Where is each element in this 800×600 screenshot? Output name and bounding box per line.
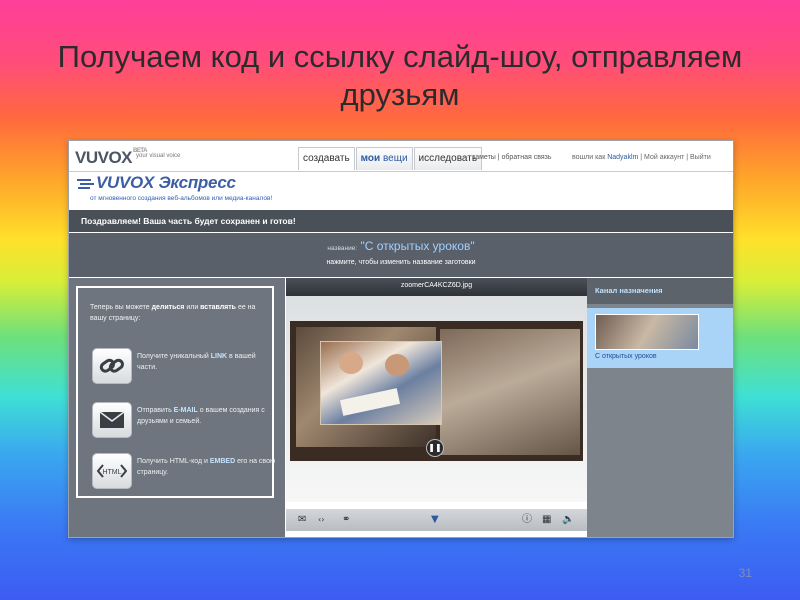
html-icon-text: HTML bbox=[102, 469, 121, 476]
top-navigation: VUVOXBETA your visual voice создавать мо… bbox=[69, 141, 733, 172]
get-link-text-a: Получите уникальный bbox=[137, 353, 211, 360]
channel-header: Канал назначения bbox=[587, 278, 733, 304]
link-highlight: LINK bbox=[210, 353, 228, 360]
username-link[interactable]: Nadyaklm bbox=[607, 154, 638, 161]
chain-link-icon bbox=[99, 358, 124, 373]
embed-word: вставлять bbox=[200, 304, 236, 311]
get-link-row[interactable]: Получите уникальный LINK в вашей части. bbox=[92, 348, 272, 388]
send-email-text-a: Отправить bbox=[137, 407, 174, 414]
channel-item[interactable]: С открытых уроков bbox=[587, 308, 733, 368]
tab-my-stuff[interactable]: мои вещи bbox=[355, 147, 413, 170]
tab-my-stuff-rest: вещи bbox=[382, 153, 408, 164]
tagline: your visual voice bbox=[136, 153, 181, 159]
signed-in-label: вошли как bbox=[572, 154, 606, 161]
player-controls: ✉ ‹› ⚭ ▼ ⓘ ▦ 🔈 bbox=[286, 509, 587, 531]
photo-child-1 bbox=[339, 352, 363, 374]
photo-main bbox=[320, 341, 442, 425]
link-button[interactable] bbox=[92, 348, 132, 384]
grid-icon[interactable]: ▦ bbox=[542, 513, 551, 527]
slide-title-line1: Получаем код и ссылку слайд-шоу, отправл… bbox=[57, 39, 743, 74]
title-line[interactable]: название: "С открытых уроков" bbox=[69, 239, 733, 253]
email-highlight: E-MAIL bbox=[173, 407, 198, 414]
title-bar: название: "С открытых уроков" нажмите, ч… bbox=[69, 233, 733, 277]
pause-icon[interactable]: ❚❚ bbox=[426, 439, 444, 457]
my-account-link[interactable]: | Мой аккаунт | bbox=[640, 154, 688, 161]
slide-title: Получаем код и ссылку слайд-шоу, отправл… bbox=[40, 38, 760, 114]
speed-lines-icon bbox=[77, 178, 94, 189]
title-value[interactable]: "С открытых уроков" bbox=[361, 239, 475, 253]
share-box: Теперь вы можете делиться или вставлять … bbox=[76, 286, 275, 498]
tab-my-stuff-bold: мои bbox=[360, 153, 381, 164]
slide-number: 31 bbox=[738, 566, 752, 580]
info-icon[interactable]: ⓘ bbox=[522, 513, 532, 527]
logout-link[interactable]: Выйти bbox=[690, 154, 711, 161]
email-button[interactable] bbox=[92, 402, 132, 438]
volume-icon[interactable]: 🔈 bbox=[562, 513, 574, 527]
share-intro-text-a: Теперь вы можете bbox=[90, 304, 152, 311]
envelope-icon bbox=[99, 411, 125, 428]
embed-control-icon[interactable]: ‹› bbox=[318, 513, 324, 527]
express-title: VUVOX Экспресс bbox=[77, 173, 236, 193]
share-word: делиться bbox=[151, 304, 185, 311]
title-hint: нажмите, чтобы изменить название заготов… bbox=[326, 259, 476, 266]
congrats-bar: Поздравляем! Ваша часть будет сохранен и… bbox=[69, 210, 733, 232]
channel-panel: Канал назначения С открытых уроков bbox=[587, 278, 733, 537]
embed-button[interactable]: HTML bbox=[92, 453, 132, 489]
channel-item-label[interactable]: С открытых уроков bbox=[595, 353, 657, 360]
embed-highlight: EMBED bbox=[209, 458, 236, 465]
express-subtitle: от мгновенного создания веб-альбомов или… bbox=[90, 195, 273, 202]
share-intro: Теперь вы можете делиться или вставлять … bbox=[90, 302, 270, 324]
player-filename: zoomerCA4KCZ6D.jpg bbox=[286, 278, 587, 296]
get-embed-text-a: Получить HTML-код и bbox=[137, 458, 210, 465]
get-embed-row[interactable]: HTML Получить HTML-код и EMBED его на св… bbox=[92, 453, 275, 493]
slide-title-line2: друзьям bbox=[340, 77, 460, 112]
feedback-links[interactable]: заметы | обратная связь bbox=[472, 154, 552, 161]
player-stage: ❚❚ bbox=[286, 296, 587, 502]
main-tabs: создавать мои вещи исследовать bbox=[298, 147, 483, 171]
get-embed-text: Получить HTML-код и EMBED его на свою ст… bbox=[137, 456, 277, 478]
photo-book bbox=[339, 388, 401, 416]
tab-create[interactable]: создавать bbox=[298, 147, 355, 170]
channel-thumbnail[interactable] bbox=[595, 314, 699, 350]
link-control-icon[interactable]: ⚭ bbox=[342, 513, 350, 527]
slideshow-player: zoomerCA4KCZ6D.jpg ❚❚ ✉ ‹› ⚭ ▼ ⓘ ▦ 🔈 bbox=[286, 278, 587, 537]
get-link-text: Получите уникальный LINK в вашей части. bbox=[137, 351, 277, 373]
title-label: название: bbox=[327, 245, 358, 252]
email-control-icon[interactable]: ✉ bbox=[298, 513, 306, 527]
send-email-text: Отправить E-MAIL о вашем создания с друз… bbox=[137, 405, 277, 427]
express-header: VUVOX Экспресс от мгновенного создания в… bbox=[69, 172, 733, 208]
photo-child-2 bbox=[385, 354, 409, 376]
browser-screenshot: VUVOXBETA your visual voice создавать мо… bbox=[68, 140, 734, 538]
send-email-row[interactable]: Отправить E-MAIL о вашем создания с друз… bbox=[92, 402, 272, 442]
express-title-text: VUVOX Экспресс bbox=[96, 173, 236, 192]
share-panel: Теперь вы можете делиться или вставлять … bbox=[69, 278, 285, 537]
user-links: вошли как Nadyaklm | Мой аккаунт | Выйти bbox=[572, 154, 711, 161]
vuvox-v-icon[interactable]: ▼ bbox=[431, 513, 439, 527]
photo-layer-right bbox=[440, 329, 580, 455]
logo-text: VUVOX bbox=[75, 148, 133, 167]
slideshow-photo[interactable]: ❚❚ bbox=[290, 321, 583, 461]
share-intro-or: или bbox=[184, 304, 201, 311]
html-code-icon: HTML bbox=[97, 464, 127, 478]
